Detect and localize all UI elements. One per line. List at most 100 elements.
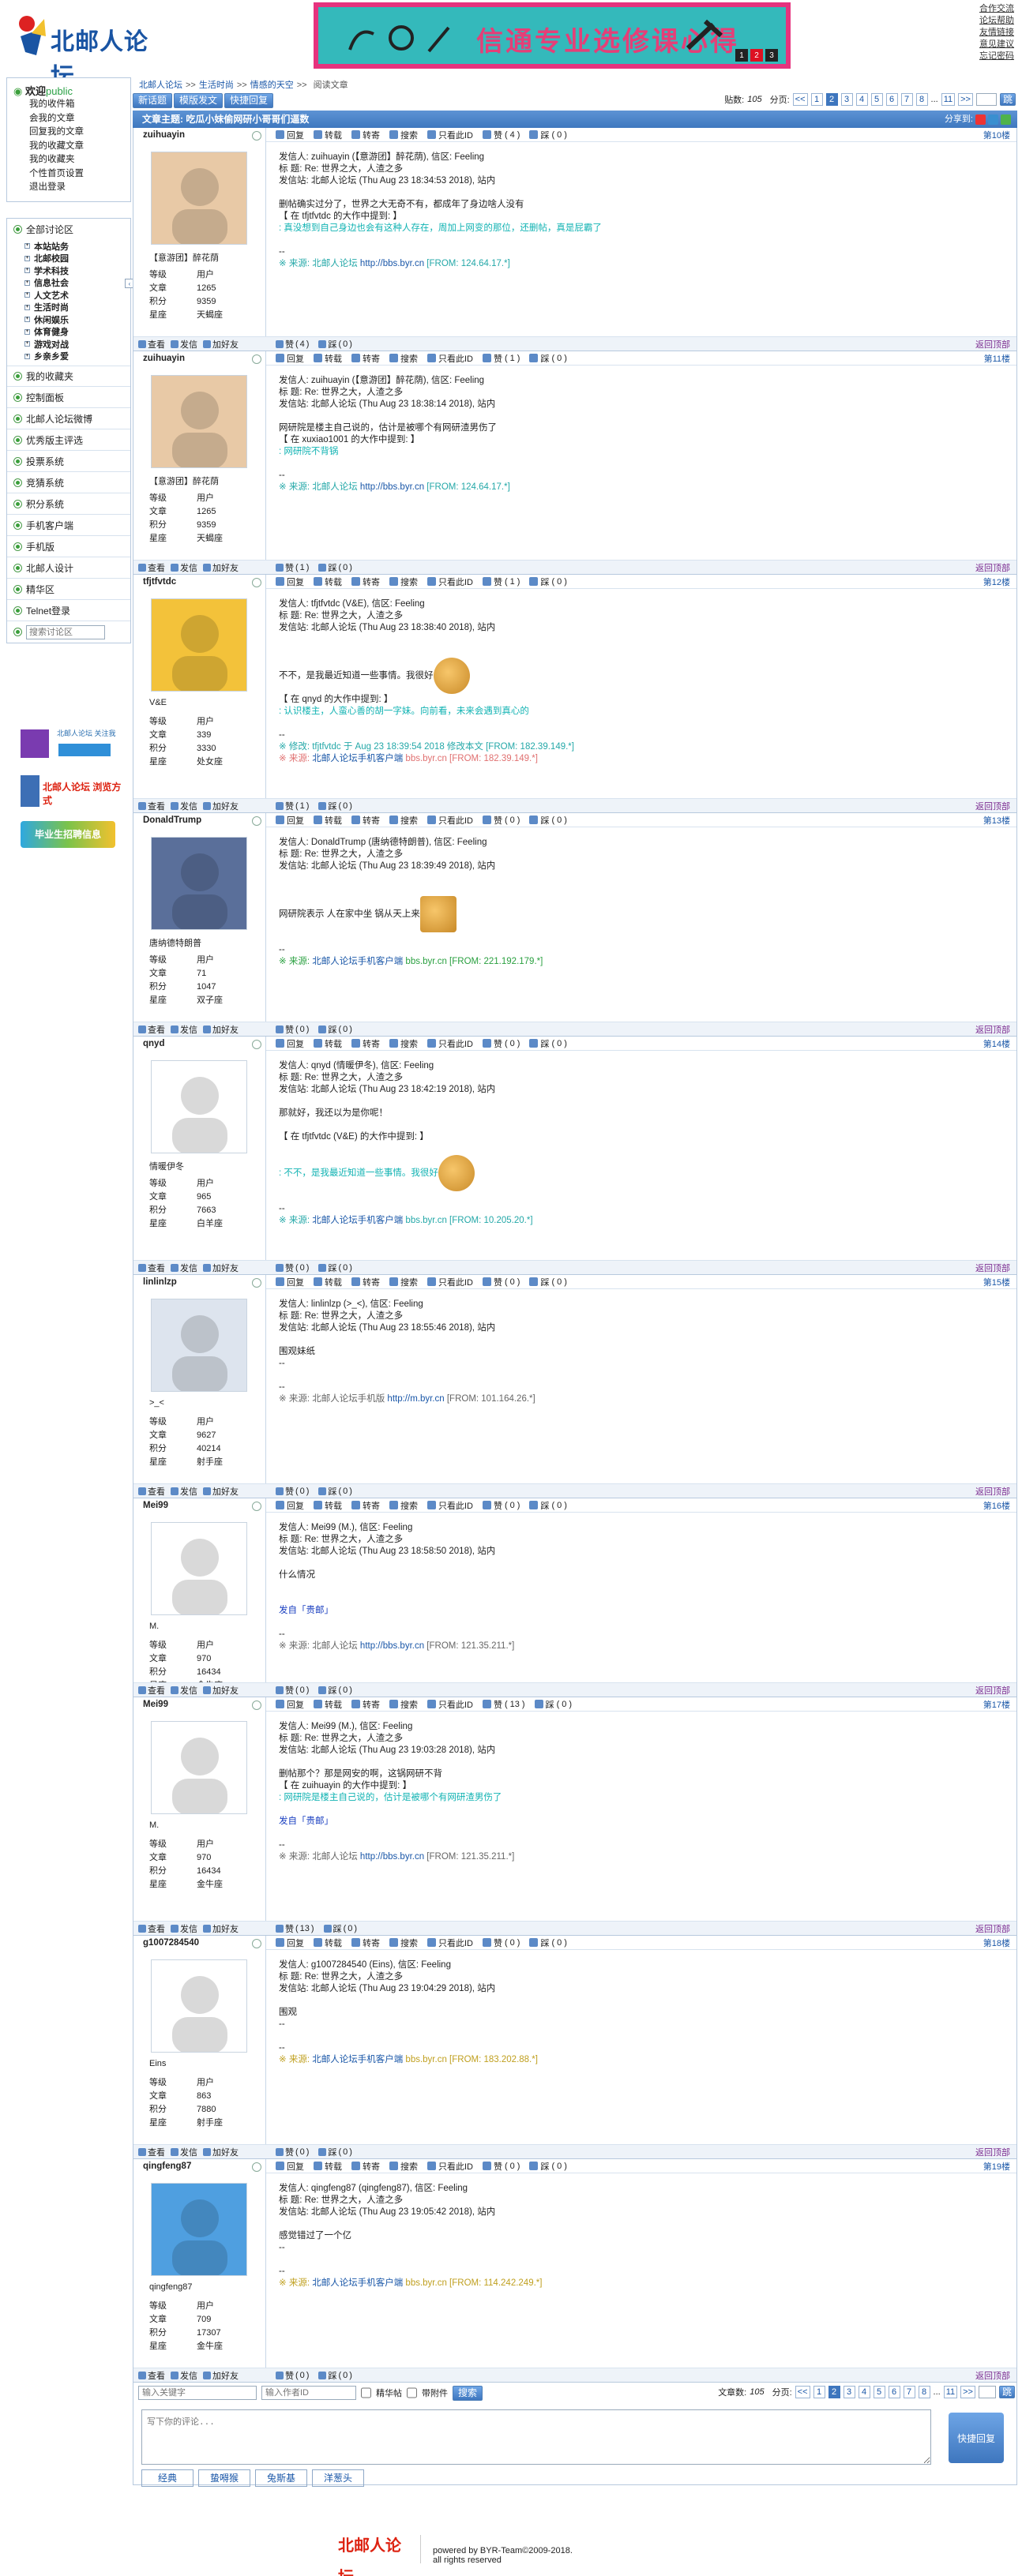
search-action[interactable]: 搜索	[389, 352, 418, 365]
dislike-footer-action[interactable]: 踩(0)	[318, 561, 352, 574]
reply-textarea[interactable]	[141, 2409, 931, 2465]
reply-action[interactable]: 回复	[276, 352, 304, 365]
page-link[interactable]: 4	[855, 93, 868, 106]
top-link[interactable]: 友情链接	[979, 27, 1022, 39]
like-action[interactable]: 赞(0)	[483, 2160, 520, 2173]
welcome-link[interactable]: 我的收件箱	[13, 98, 124, 112]
post-username[interactable]: Mei99	[143, 1501, 168, 1510]
page-link[interactable]: 4	[858, 2386, 870, 2398]
grad-promo[interactable]: 毕业生招聘信息	[6, 816, 131, 853]
source-link[interactable]: http://bbs.byr.cn	[360, 1641, 424, 1651]
emoji-tab[interactable]: 洋葱头	[312, 2469, 364, 2487]
welcome-link[interactable]: 我的收藏文章	[13, 140, 124, 154]
only-author-action[interactable]: 只看此ID	[427, 1276, 473, 1288]
only-author-action[interactable]: 只看此ID	[427, 576, 473, 588]
section-item[interactable]: + 北邮校园	[24, 253, 130, 265]
page-next[interactable]: >>	[960, 2386, 975, 2398]
search-action[interactable]: 搜索	[389, 1037, 418, 1050]
reply-action[interactable]: 回复	[276, 1499, 304, 1512]
section-item[interactable]: + 信息社会	[24, 277, 130, 290]
like-footer-action[interactable]: 赞(0)	[276, 2369, 309, 2382]
back-to-top-link[interactable]: 返回顶部	[975, 338, 1010, 351]
post-username[interactable]: qingfeng87	[143, 2162, 191, 2171]
forward-action[interactable]: 转寄	[351, 352, 380, 365]
view-profile-action[interactable]: 查看	[138, 2146, 165, 2158]
section-item[interactable]: + 生活时尚	[24, 302, 130, 314]
dislike-action[interactable]: 踩(0)	[529, 1499, 567, 1512]
page-next[interactable]: >>	[958, 93, 973, 106]
avatar[interactable]	[151, 1299, 247, 1392]
dislike-footer-action[interactable]: 踩(0)	[318, 800, 352, 812]
page-link[interactable]: 11	[943, 2386, 958, 2398]
browse-promo[interactable]: 北邮人论坛 浏览方式	[6, 772, 131, 810]
view-profile-action[interactable]: 查看	[138, 1485, 165, 1498]
floor-number[interactable]: 第18楼	[983, 1937, 1010, 1949]
dislike-footer-action[interactable]: 踩(0)	[318, 1023, 352, 1036]
like-footer-action[interactable]: 赞(0)	[276, 1023, 309, 1036]
reply-action[interactable]: 回复	[276, 814, 304, 827]
back-to-top-link[interactable]: 返回顶部	[975, 1485, 1010, 1498]
add-friend-action[interactable]: 加好友	[203, 1485, 239, 1498]
forward-action[interactable]: 转寄	[351, 1937, 380, 1949]
top-link[interactable]: 论坛帮助	[979, 15, 1022, 27]
banner-page[interactable]: 1	[735, 49, 748, 62]
banner-page[interactable]: 3	[765, 49, 778, 62]
breadcrumb-item[interactable]: 情感的天空	[250, 81, 294, 90]
dislike-action[interactable]: 踩(0)	[534, 1698, 572, 1711]
repost-action[interactable]: 转载	[314, 2160, 342, 2173]
section-item[interactable]: + 人文艺术	[24, 289, 130, 302]
send-mail-action[interactable]: 发信	[171, 1023, 197, 1036]
source-link[interactable]: 北邮人论坛手机客户端	[312, 1216, 403, 1225]
page-link[interactable]: 6	[885, 93, 898, 106]
search-action[interactable]: 搜索	[389, 1276, 418, 1288]
view-profile-action[interactable]: 查看	[138, 800, 165, 812]
like-action[interactable]: 赞(1)	[483, 576, 520, 588]
avatar[interactable]	[151, 837, 247, 930]
emoji-tab[interactable]: 兔斯基	[255, 2469, 307, 2487]
repost-action[interactable]: 转载	[314, 1698, 342, 1711]
weibo-promo[interactable]: 北邮人论坛 关注我	[6, 725, 131, 764]
dislike-action[interactable]: 踩(0)	[529, 1937, 567, 1949]
breadcrumb-item[interactable]: 北邮人论坛	[139, 81, 182, 90]
attach-checkbox[interactable]	[407, 2386, 417, 2400]
floor-number[interactable]: 第10楼	[983, 129, 1010, 141]
template-post-button[interactable]: 模版发文	[174, 93, 224, 108]
view-profile-action[interactable]: 查看	[138, 338, 165, 351]
only-author-action[interactable]: 只看此ID	[427, 1937, 473, 1949]
forward-action[interactable]: 转寄	[351, 814, 380, 827]
search-action[interactable]: 搜索	[389, 1937, 418, 1949]
repost-action[interactable]: 转载	[314, 352, 342, 365]
source-link[interactable]: http://bbs.byr.cn	[360, 259, 424, 268]
like-footer-action[interactable]: 赞(0)	[276, 2146, 309, 2158]
page-prev[interactable]: <<	[792, 93, 808, 106]
menu-item[interactable]: 北邮人设计	[26, 561, 73, 575]
add-friend-action[interactable]: 加好友	[203, 338, 239, 351]
add-friend-action[interactable]: 加好友	[203, 2146, 239, 2158]
page-current[interactable]: 2	[825, 93, 838, 106]
menu-item[interactable]: 手机版	[26, 540, 54, 553]
dislike-footer-action[interactable]: 踩(0)	[323, 1922, 357, 1935]
like-action[interactable]: 赞(4)	[483, 129, 520, 141]
page-link[interactable]: 5	[873, 2386, 885, 2398]
send-mail-action[interactable]: 发信	[171, 338, 197, 351]
floor-number[interactable]: 第12楼	[983, 576, 1010, 588]
page-prev[interactable]: <<	[795, 2386, 810, 2398]
send-mail-action[interactable]: 发信	[171, 1922, 197, 1935]
source-link[interactable]: 北邮人论坛手机客户端	[312, 754, 403, 763]
floor-number[interactable]: 第16楼	[983, 1499, 1010, 1512]
section-item[interactable]: + 游戏对战	[24, 338, 130, 351]
back-to-top-link[interactable]: 返回顶部	[975, 1922, 1010, 1935]
send-mail-action[interactable]: 发信	[171, 2369, 197, 2382]
repost-action[interactable]: 转载	[314, 1037, 342, 1050]
page-link[interactable]: 7	[903, 2386, 915, 2398]
emoji-tab[interactable]: 蛰嘚猴	[198, 2469, 250, 2487]
back-to-top-link[interactable]: 返回顶部	[975, 800, 1010, 812]
reply-action[interactable]: 回复	[276, 129, 304, 141]
send-mail-action[interactable]: 发信	[171, 2146, 197, 2158]
view-profile-action[interactable]: 查看	[138, 1023, 165, 1036]
avatar[interactable]	[151, 2183, 247, 2276]
send-mail-action[interactable]: 发信	[171, 1684, 197, 1697]
back-to-top-link[interactable]: 返回顶部	[975, 561, 1010, 574]
post-username[interactable]: g1007284540	[143, 1938, 199, 1948]
welcome-link[interactable]: 会我的文章	[13, 112, 124, 126]
